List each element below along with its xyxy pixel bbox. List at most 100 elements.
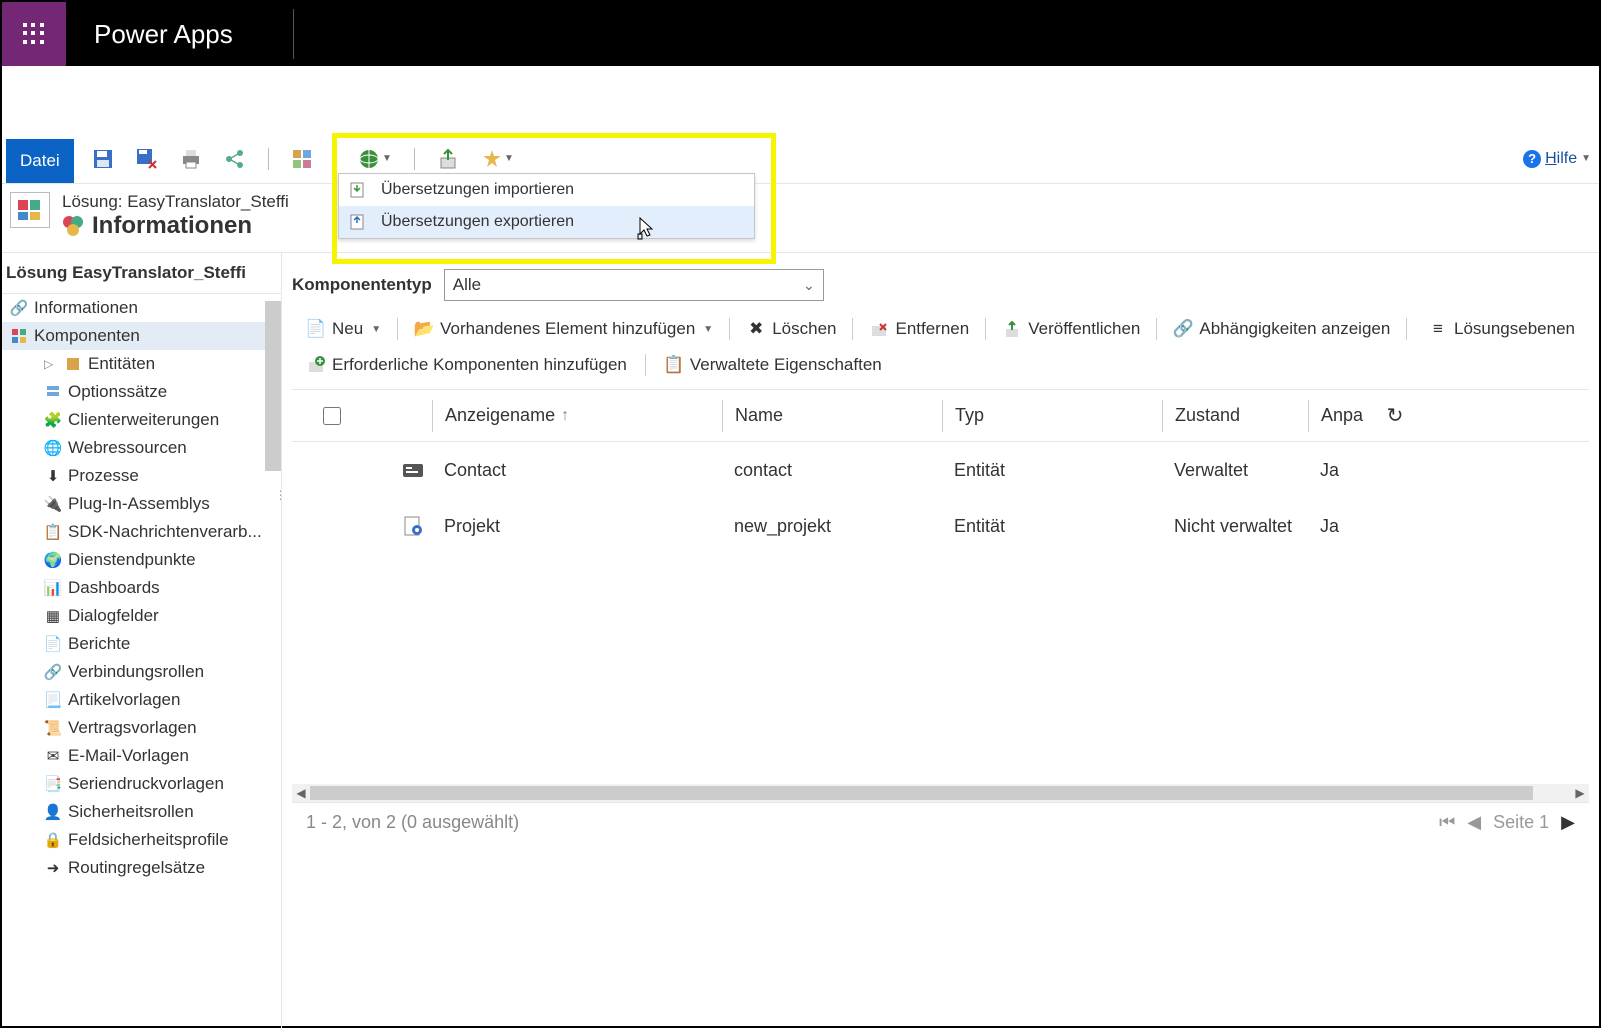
- component-type-select[interactable]: Alle ⌄: [444, 269, 824, 301]
- sdk-icon: 📋: [44, 523, 62, 541]
- sidebar-item-sdk-nachrichten[interactable]: 📋SDK-Nachrichtenverarb...: [2, 518, 281, 546]
- sidebar-item-verbindungsrollen[interactable]: 🔗Verbindungsrollen: [2, 658, 281, 686]
- col-anzeigename[interactable]: Anzeigename↑: [432, 400, 722, 432]
- menu-export-translations[interactable]: Übersetzungen exportieren: [339, 206, 754, 238]
- sidebar-item-informationen[interactable]: 🔗Informationen: [2, 294, 281, 322]
- col-anpassbar[interactable]: Anpa: [1308, 400, 1378, 432]
- select-all-column[interactable]: [292, 407, 372, 425]
- print-icon[interactable]: [180, 148, 202, 170]
- sort-asc-icon: ↑: [561, 407, 569, 425]
- sidebar-item-webressourcen[interactable]: 🌐Webressourcen: [2, 434, 281, 462]
- help-icon: ?: [1523, 150, 1541, 168]
- new-button[interactable]: 📄Neu▼: [292, 315, 395, 343]
- sidebar-item-plugin-assemblys[interactable]: 🔌Plug-In-Assemblys: [2, 490, 281, 518]
- add-existing-button[interactable]: 📂Vorhandenes Element hinzufügen▼: [400, 315, 727, 343]
- refresh-button[interactable]: ↻: [1378, 403, 1412, 428]
- import-icon: [349, 181, 367, 199]
- save-icon[interactable]: [92, 148, 114, 170]
- cursor-icon: [636, 216, 656, 240]
- separator: [852, 318, 853, 340]
- splitter-handle[interactable]: ⋮: [275, 488, 282, 502]
- sidebar-item-dienstendpunkte[interactable]: 🌍Dienstendpunkte: [2, 546, 281, 574]
- optionset-icon: [44, 383, 62, 401]
- scroll-thumb[interactable]: [310, 786, 1533, 800]
- delete-button[interactable]: ✖Löschen: [732, 315, 850, 343]
- action-toolbar: 📄Neu▼ 📂Vorhandenes Element hinzufügen▼ ✖…: [292, 315, 1589, 343]
- separator: [335, 148, 336, 170]
- sidebar-item-routingregelsaetze[interactable]: ➜Routingregelsätze: [2, 854, 281, 882]
- delete-icon: ✖: [746, 319, 766, 339]
- sidebar-item-sicherheitsrollen[interactable]: 👤Sicherheitsrollen: [2, 798, 281, 826]
- separator: [729, 318, 730, 340]
- horizontal-scrollbar[interactable]: ◀ ▶: [292, 784, 1589, 802]
- expand-arrow-icon[interactable]: ▷: [44, 357, 58, 371]
- info-icon: [62, 215, 84, 237]
- managed-properties-button[interactable]: 📋Verwaltete Eigenschaften: [650, 351, 896, 379]
- page-prev-icon[interactable]: ◀: [1467, 812, 1481, 833]
- sidebar-item-optionssaetze[interactable]: Optionssätze: [2, 378, 281, 406]
- sidebar-item-seriendruckvorlagen[interactable]: 📑Seriendruckvorlagen: [2, 770, 281, 798]
- routing-icon: ➜: [44, 859, 62, 877]
- page-next-icon[interactable]: ▶: [1561, 812, 1575, 833]
- grid-row[interactable]: Projekt new_projekt Entität Nicht verwal…: [292, 498, 1589, 554]
- fieldsecurity-icon: 🔒: [44, 831, 62, 849]
- sidebar-item-dialogfelder[interactable]: ▦Dialogfelder: [2, 602, 281, 630]
- help-label: HHilfeilfe: [1545, 150, 1577, 168]
- sidebar-item-email-vorlagen[interactable]: ✉E-Mail-Vorlagen: [2, 742, 281, 770]
- pagination: ⏮ ◀ Seite 1 ▶: [1439, 812, 1575, 833]
- filter-row: Komponententyp Alle ⌄: [292, 269, 1589, 301]
- help-link[interactable]: ? HHilfeilfe ▼: [1523, 150, 1591, 168]
- contract-icon: 📜: [44, 719, 62, 737]
- col-zustand[interactable]: Zustand: [1162, 400, 1308, 432]
- report-icon: 📄: [44, 635, 62, 653]
- scroll-left-icon[interactable]: ◀: [292, 786, 310, 800]
- grid-row[interactable]: Contact contact Entität Verwaltet Ja: [292, 442, 1589, 498]
- new-icon: 📄: [306, 319, 326, 339]
- command-bar: Datei ▼ ▼ ? HHilfeilfe ▼: [2, 134, 1599, 184]
- sidebar-item-clienterweiterungen[interactable]: 🧩Clienterweiterungen: [2, 406, 281, 434]
- dependencies-button[interactable]: 🔗Abhängigkeiten anzeigen: [1159, 315, 1404, 343]
- sidebar-item-vertragsvorlagen[interactable]: 📜Vertragsvorlagen: [2, 714, 281, 742]
- plugin-icon: 🔌: [44, 495, 62, 513]
- sidebar-scrollbar[interactable]: [265, 301, 281, 471]
- col-typ[interactable]: Typ: [942, 400, 1162, 432]
- menu-import-translations[interactable]: Übersetzungen importieren: [339, 174, 754, 206]
- select-all-checkbox[interactable]: [323, 407, 341, 425]
- sidebar-item-artikelvorlagen[interactable]: 📃Artikelvorlagen: [2, 686, 281, 714]
- components-icon[interactable]: [291, 148, 313, 170]
- save-close-icon[interactable]: [136, 148, 158, 170]
- grid-footer: 1 - 2, von 2 (0 ausgewählt) ⏮ ◀ Seite 1 …: [292, 802, 1589, 842]
- remove-button[interactable]: Entfernen: [855, 315, 983, 343]
- separator: [1156, 318, 1157, 340]
- publish-icon[interactable]: [437, 148, 459, 170]
- solution-layers-button[interactable]: ≡Lösungsebenen: [1414, 315, 1589, 343]
- sidebar-item-prozesse[interactable]: ⬇Prozesse: [2, 462, 281, 490]
- security-icon: 👤: [44, 803, 62, 821]
- info-tree-icon: 🔗: [10, 299, 28, 317]
- separator: [268, 148, 269, 170]
- sidebar-title: Lösung EasyTranslator_Steffi: [2, 253, 281, 294]
- cell-zustand: Nicht verwaltet: [1162, 516, 1308, 537]
- sidebar-item-komponenten[interactable]: Komponenten: [2, 322, 281, 350]
- filter-label: Komponententyp: [292, 275, 432, 295]
- sidebar-item-feldsicherheitsprofile[interactable]: 🔒Feldsicherheitsprofile: [2, 826, 281, 854]
- scroll-right-icon[interactable]: ▶: [1571, 786, 1589, 800]
- translate-dropdown-button[interactable]: ▼: [358, 148, 392, 170]
- publish-button[interactable]: Veröffentlichen: [988, 315, 1154, 343]
- app-launcher-button[interactable]: [2, 2, 66, 66]
- page-title: Informationen: [92, 212, 252, 240]
- add-required-button[interactable]: Erforderliche Komponenten hinzufügen: [292, 351, 641, 379]
- sidebar-item-berichte[interactable]: 📄Berichte: [2, 630, 281, 658]
- sidebar-item-dashboards[interactable]: 📊Dashboards: [2, 574, 281, 602]
- connection-icon: 🔗: [44, 663, 62, 681]
- share-icon[interactable]: [224, 148, 246, 170]
- sidebar-item-entitaeten[interactable]: ▷Entitäten: [2, 350, 281, 378]
- page-first-icon[interactable]: ⏮: [1439, 812, 1455, 833]
- favorites-dropdown-icon[interactable]: ▼: [481, 148, 515, 170]
- file-tab[interactable]: Datei: [6, 139, 74, 183]
- cell-typ: Entität: [942, 460, 1162, 481]
- remove-icon: [869, 319, 889, 339]
- solution-icon: [10, 192, 50, 228]
- cell-anpa: Ja: [1308, 516, 1378, 537]
- col-name[interactable]: Name: [722, 400, 942, 432]
